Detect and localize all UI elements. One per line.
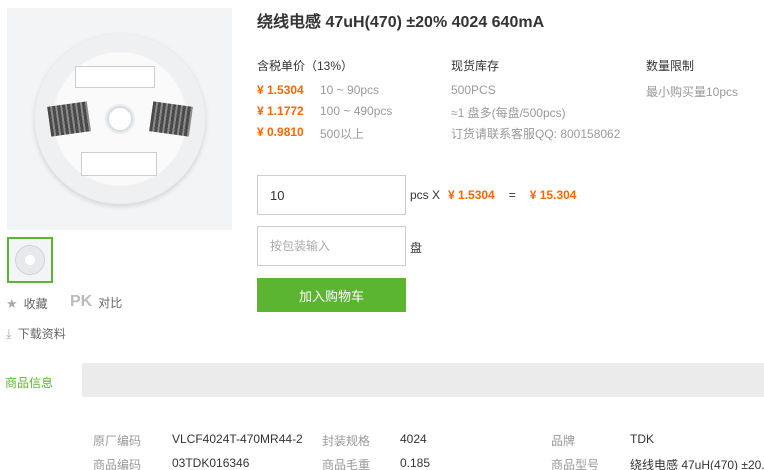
- stock-contact: 订货请联系客服QQ: 800158062: [451, 127, 621, 141]
- unit-label: pcs X: [410, 188, 441, 202]
- price-tier: ¥ 0.9810 500以上: [257, 125, 364, 142]
- tier-price: ¥ 0.9810: [257, 125, 304, 139]
- spec-value: TDK: [630, 432, 654, 446]
- price-tier: ¥ 1.1772 100 ~ 490pcs: [257, 104, 392, 118]
- pk-icon: PK: [70, 293, 93, 310]
- spec-key: 商品型号: [551, 458, 600, 470]
- product-thumbnail[interactable]: [7, 237, 53, 283]
- spec-value: 03TDK016346: [172, 456, 250, 470]
- favorite-button[interactable]: ★ 收藏: [6, 295, 48, 312]
- download-label: 下载资料: [17, 327, 66, 341]
- compare-button[interactable]: PK 对比: [70, 293, 122, 311]
- tier-range: 100 ~ 490pcs: [320, 104, 393, 118]
- spec-value: 4024: [400, 432, 427, 446]
- price-calculation: pcs X ¥ 1.5304 = ¥ 15.304: [410, 188, 576, 202]
- pack-quantity-input[interactable]: [257, 226, 406, 266]
- spec-value: 0.185: [400, 456, 431, 470]
- download-icon: ⤓: [6, 325, 12, 341]
- tier-price: ¥ 1.5304: [257, 83, 304, 97]
- favorite-label: 收藏: [23, 297, 48, 311]
- star-icon: ★: [6, 295, 18, 311]
- spec-key: 封装规格: [322, 434, 371, 448]
- total-price: ¥ 15.304: [529, 188, 577, 202]
- quantity-input[interactable]: [257, 175, 406, 215]
- price-header: 含税单价（13%）: [257, 59, 354, 73]
- tier-range: 10 ~ 90pcs: [320, 83, 380, 97]
- product-main-image: [7, 8, 232, 230]
- unit-price: ¥ 1.5304: [448, 188, 495, 202]
- detail-tabbar: [0, 363, 764, 397]
- limit-header: 数量限制: [646, 59, 695, 73]
- min-purchase: 最小购买量10pcs: [646, 85, 739, 99]
- add-to-cart-button[interactable]: 加入购物车: [257, 278, 406, 312]
- pack-unit-label: 盘: [410, 241, 423, 255]
- stock-reels: ≈1 盘多(每盘/500pcs): [451, 106, 566, 120]
- tab-product-info[interactable]: 商品信息: [0, 363, 82, 397]
- spec-value: VLCF4024T-470MR44-2: [172, 432, 303, 446]
- stock-header: 现货库存: [451, 59, 500, 73]
- tier-price: ¥ 1.1772: [257, 104, 304, 118]
- tier-range: 500以上: [320, 127, 365, 141]
- equals-sign: =: [508, 188, 516, 202]
- spec-key: 商品编码: [93, 458, 142, 470]
- download-docs-link[interactable]: ⤓ 下载资料: [6, 325, 66, 342]
- stock-quantity: 500PCS: [451, 83, 496, 97]
- price-tier: ¥ 1.5304 10 ~ 90pcs: [257, 83, 379, 97]
- product-title: 绕线电感 47uH(470) ±20% 4024 640mA: [257, 14, 545, 31]
- spec-key: 品牌: [551, 434, 576, 448]
- spec-key: 商品毛重: [322, 458, 371, 470]
- spec-value: 绕线电感 47uH(470) ±20.: [630, 458, 764, 470]
- component-reel-image: [34, 34, 205, 204]
- spec-key: 原厂编码: [93, 434, 142, 448]
- compare-label: 对比: [98, 295, 123, 310]
